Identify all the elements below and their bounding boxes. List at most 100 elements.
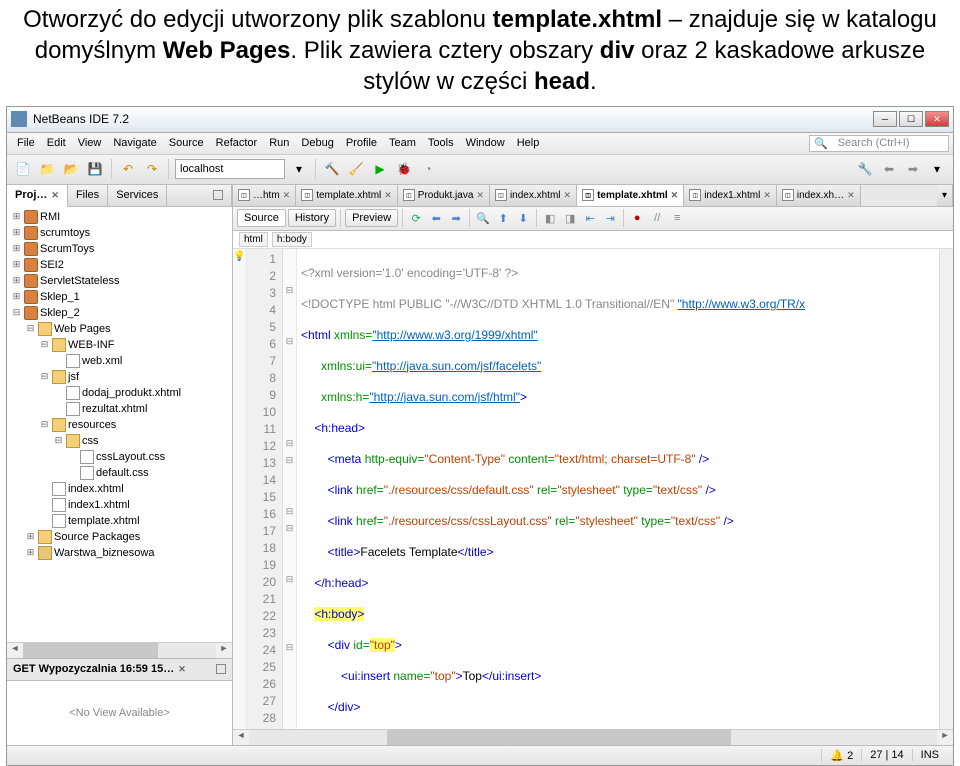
tab-services[interactable]: Services (108, 185, 167, 206)
menu-file[interactable]: File (11, 137, 41, 149)
tree-item[interactable]: ⊟Web Pages (7, 321, 232, 337)
editor-hscroll[interactable]: ◄► (233, 729, 953, 745)
close-button[interactable]: ✕ (925, 111, 949, 127)
save-all-icon[interactable]: 💾 (85, 159, 105, 179)
tab-projects[interactable]: Proj…✕ (7, 185, 68, 207)
tree-item[interactable]: ⊞Warstwa_biznesowa (7, 545, 232, 561)
file-tab[interactable]: ◫index.xhtml✕ (490, 185, 577, 206)
code-text[interactable]: <?xml version='1.0' encoding='UTF-8' ?> … (297, 249, 939, 729)
tree-item[interactable]: index1.xhtml (7, 497, 232, 513)
menu-tools[interactable]: Tools (422, 137, 460, 149)
mode-source-button[interactable]: Source (237, 209, 286, 227)
dropdown-icon[interactable]: ▾ (927, 159, 947, 179)
debug-icon[interactable]: 🐞 (394, 159, 414, 179)
shift-right-icon[interactable]: ⇥ (601, 209, 619, 227)
tree-item[interactable]: ⊞Source Packages (7, 529, 232, 545)
next-icon[interactable]: ⬇ (514, 209, 532, 227)
code-editor[interactable]: 💡 12345678910111213141516171819202122232… (233, 249, 953, 729)
minimize-button[interactable]: ─ (873, 111, 897, 127)
tree-item[interactable]: ⊟WEB-INF (7, 337, 232, 353)
status-notifications[interactable]: 🔔 2 (821, 749, 861, 762)
menu-window[interactable]: Window (460, 137, 511, 149)
tree-item[interactable]: ⊟Sklep_2 (7, 305, 232, 321)
mode-preview-button[interactable]: Preview (345, 209, 398, 227)
tree-item[interactable]: web.xml (7, 353, 232, 369)
title-bar[interactable]: NetBeans IDE 7.2 ─ ☐ ✕ (7, 107, 953, 133)
undo-icon[interactable]: ↶ (118, 159, 138, 179)
tree-item[interactable]: rezultat.xhtml (7, 401, 232, 417)
macro-rec-icon[interactable]: ● (628, 209, 646, 227)
more-tabs-icon[interactable]: ▾ (937, 185, 953, 206)
file-tab[interactable]: ◫index.xh…✕ (777, 185, 861, 206)
mode-history-button[interactable]: History (288, 209, 336, 227)
new-project-icon[interactable]: 📁 (37, 159, 57, 179)
run-combo-icon[interactable]: ▾ (289, 159, 309, 179)
tree-item[interactable]: ⊞ScrumToys (7, 241, 232, 257)
uncomment-icon[interactable]: ≡ (668, 209, 686, 227)
menu-profile[interactable]: Profile (340, 137, 383, 149)
comment-icon[interactable]: // (648, 209, 666, 227)
menu-view[interactable]: View (72, 137, 108, 149)
new-file-icon[interactable]: 📄 (13, 159, 33, 179)
menu-edit[interactable]: Edit (41, 137, 72, 149)
toggle-bm-icon[interactable]: ◨ (561, 209, 579, 227)
tree-hscroll[interactable]: ◄► (7, 642, 232, 658)
open-project-icon[interactable]: 📂 (61, 159, 81, 179)
file-tab[interactable]: ◫index1.xhtml✕ (684, 185, 777, 206)
breadcrumb[interactable]: html h:body (233, 231, 953, 249)
file-tab[interactable]: ◫Produkt.java✕ (398, 185, 490, 206)
tree-item[interactable]: cssLayout.css (7, 449, 232, 465)
menu-source[interactable]: Source (163, 137, 210, 149)
profile-icon[interactable]: ◔ (418, 159, 438, 179)
panel-dock-icon[interactable] (167, 185, 232, 206)
fold-gutter[interactable]: ⊟⊟⊟⊟⊟⊟⊟⊟ (283, 249, 297, 729)
refresh-icon[interactable]: ⟳ (407, 209, 425, 227)
lightbulb-icon: 💡 (233, 251, 246, 268)
toggle-hl-icon[interactable]: ◧ (541, 209, 559, 227)
error-stripe[interactable] (939, 249, 953, 729)
nav-back-icon[interactable]: ⬅ (879, 159, 899, 179)
file-tab[interactable]: ◫template.xhtml✕ (577, 185, 684, 207)
shift-left-icon[interactable]: ⇤ (581, 209, 599, 227)
file-tab[interactable]: ◫…htm✕ (233, 185, 296, 206)
status-caret-pos: 27 | 14 (861, 749, 911, 761)
tree-item[interactable]: ⊟resources (7, 417, 232, 433)
find-sel-icon[interactable]: 🔍 (474, 209, 492, 227)
build-icon[interactable]: 🔨 (322, 159, 342, 179)
file-tab[interactable]: ◫template.xhtml✕ (296, 185, 398, 206)
tree-item[interactable]: template.xhtml (7, 513, 232, 529)
tree-item[interactable]: index.xhtml (7, 481, 232, 497)
project-tree[interactable]: ⊞RMI⊞scrumtoys⊞ScrumToys⊞SEI2⊞ServletSta… (7, 207, 232, 642)
hammer-icon[interactable]: 🔧 (855, 159, 875, 179)
tree-item[interactable]: ⊟css (7, 433, 232, 449)
back-icon[interactable]: ⬅ (427, 209, 445, 227)
tree-item[interactable]: default.css (7, 465, 232, 481)
tree-item[interactable]: ⊞Sklep_1 (7, 289, 232, 305)
quick-search-input[interactable]: 🔍 Search (Ctrl+I) (809, 135, 949, 152)
tree-item[interactable]: ⊞ServletStateless (7, 273, 232, 289)
run-icon[interactable]: ▶ (370, 159, 390, 179)
tree-item[interactable]: dodaj_produkt.xhtml (7, 385, 232, 401)
navigator-tab[interactable]: GET Wypozyczalnia 16:59 15…✕ (7, 659, 232, 681)
config-combo[interactable]: localhost (175, 159, 285, 179)
tree-item[interactable]: ⊞SEI2 (7, 257, 232, 273)
menu-run[interactable]: Run (263, 137, 295, 149)
tree-item[interactable]: ⊞RMI (7, 209, 232, 225)
clean-build-icon[interactable]: 🧹 (346, 159, 366, 179)
tree-item[interactable]: ⊞scrumtoys (7, 225, 232, 241)
left-panel: Proj…✕ Files Services ⊞RMI⊞scrumtoys⊞Scr… (7, 185, 233, 745)
nav-fwd-icon[interactable]: ➡ (903, 159, 923, 179)
redo-icon[interactable]: ↷ (142, 159, 162, 179)
menu-team[interactable]: Team (383, 137, 422, 149)
menu-debug[interactable]: Debug (295, 137, 339, 149)
menu-help[interactable]: Help (511, 137, 546, 149)
menu-refactor[interactable]: Refactor (210, 137, 264, 149)
crumb-body[interactable]: h:body (272, 232, 312, 247)
tree-item[interactable]: ⊟jsf (7, 369, 232, 385)
maximize-button[interactable]: ☐ (899, 111, 923, 127)
menu-navigate[interactable]: Navigate (107, 137, 162, 149)
prev-icon[interactable]: ⬆ (494, 209, 512, 227)
tab-files[interactable]: Files (68, 185, 108, 206)
fwd-icon[interactable]: ➡ (447, 209, 465, 227)
crumb-html[interactable]: html (239, 232, 268, 247)
